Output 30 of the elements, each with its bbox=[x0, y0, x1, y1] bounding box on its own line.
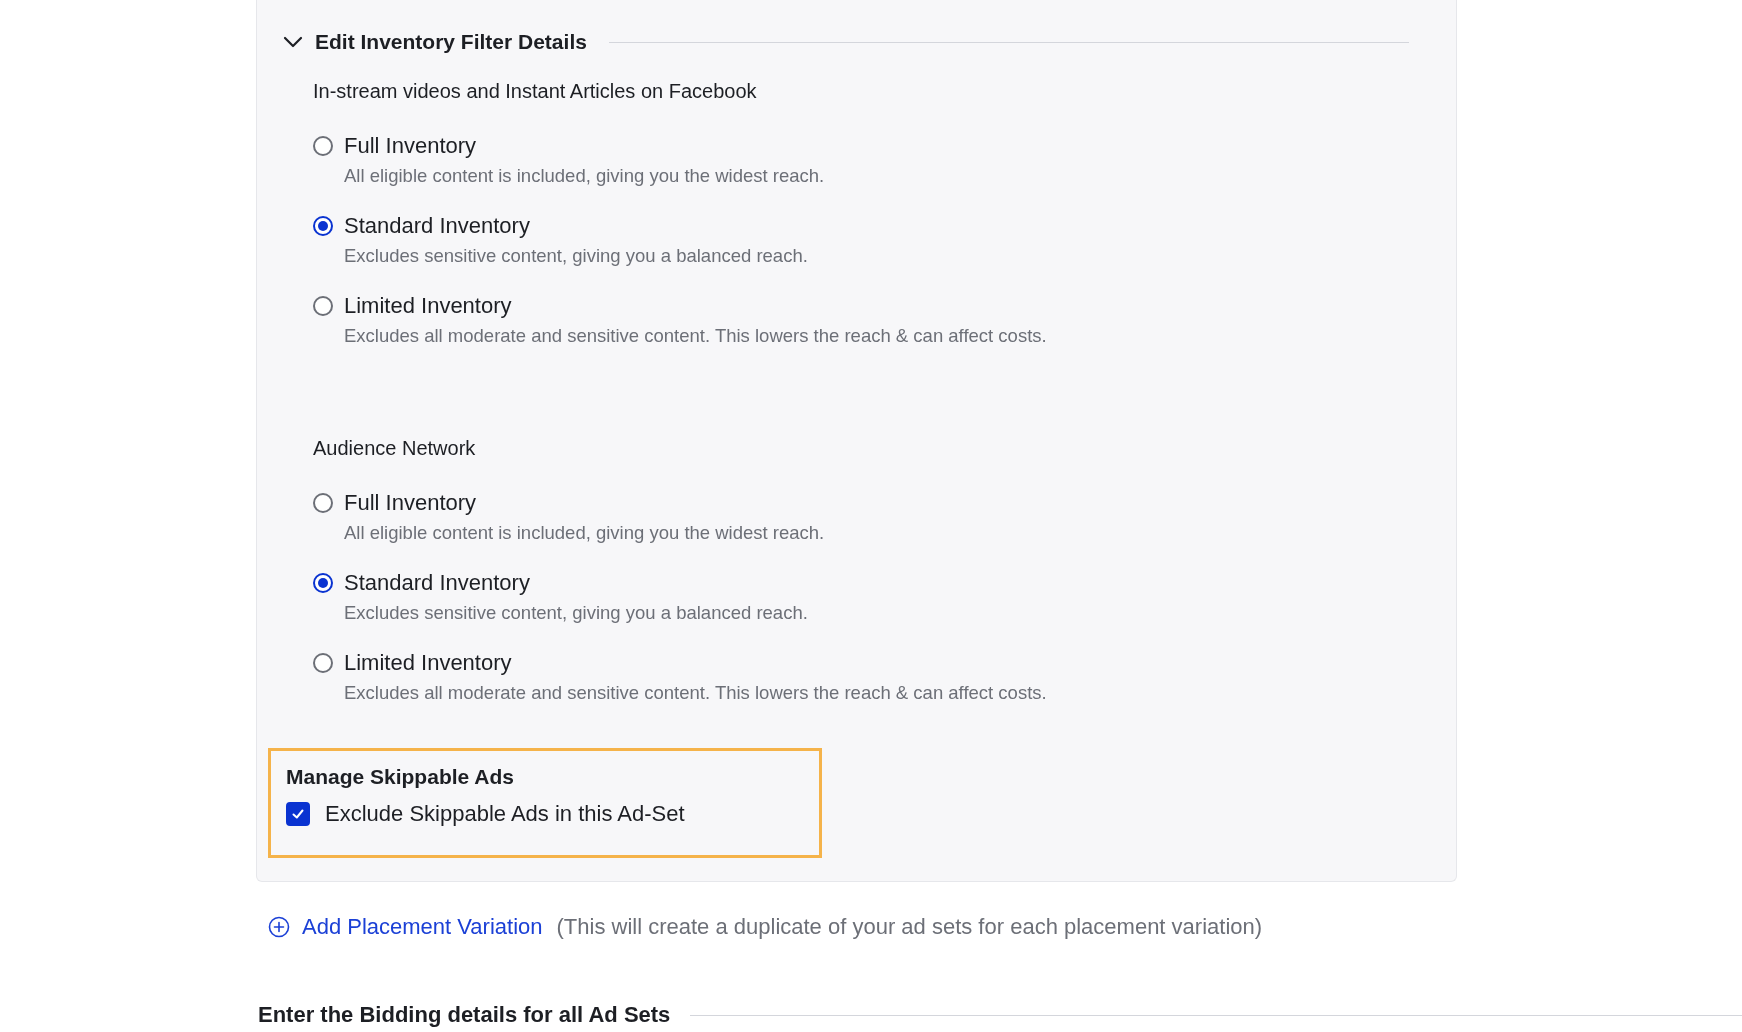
section-title: Enter the Bidding details for all Ad Sets bbox=[258, 1002, 671, 1028]
checkbox-label[interactable]: Exclude Skippable Ads in this Ad-Set bbox=[325, 801, 685, 827]
option-label[interactable]: Full Inventory bbox=[344, 133, 825, 159]
checkbox[interactable] bbox=[286, 802, 310, 826]
chevron-down-icon[interactable] bbox=[283, 35, 303, 49]
option-label[interactable]: Full Inventory bbox=[344, 490, 825, 516]
radio-button[interactable] bbox=[313, 653, 333, 673]
radio-button[interactable] bbox=[313, 136, 333, 156]
option-description: Excludes sensitive content, giving you a balanced reach. bbox=[344, 245, 808, 267]
option-label[interactable]: Limited Inventory bbox=[344, 293, 1047, 319]
group-label: Audience Network bbox=[313, 437, 476, 460]
radio-button[interactable] bbox=[313, 493, 333, 513]
check-icon bbox=[291, 807, 305, 821]
add-placement-link[interactable]: Add Placement Variation bbox=[302, 914, 543, 940]
group-label: In-stream videos and Instant Articles on Facebook bbox=[313, 80, 757, 103]
radio-button[interactable] bbox=[313, 573, 333, 593]
section-title: Edit Inventory Filter Details bbox=[315, 30, 587, 54]
plus-circle-icon[interactable] bbox=[268, 916, 290, 938]
radio-button[interactable] bbox=[313, 296, 333, 316]
hint-text: (This will create a duplicate of your ad sets for each placement variation) bbox=[556, 914, 1263, 940]
option-description: Excludes all moderate and sensitive content. This lowers the reach & can affect costs. bbox=[344, 325, 1047, 347]
skippable-title: Manage Skippable Ads bbox=[286, 765, 514, 789]
option-description: Excludes sensitive content, giving you a balanced reach. bbox=[344, 602, 808, 624]
option-description: Excludes all moderate and sensitive content. This lowers the reach & can affect costs. bbox=[344, 682, 1047, 704]
option-label[interactable]: Standard Inventory bbox=[344, 213, 808, 239]
radio-button[interactable] bbox=[313, 216, 333, 236]
option-label[interactable]: Standard Inventory bbox=[344, 570, 808, 596]
option-label[interactable]: Limited Inventory bbox=[344, 650, 1047, 676]
option-description: All eligible content is included, giving you the widest reach. bbox=[344, 522, 825, 544]
option-description: All eligible content is included, giving you the widest reach. bbox=[344, 165, 825, 187]
